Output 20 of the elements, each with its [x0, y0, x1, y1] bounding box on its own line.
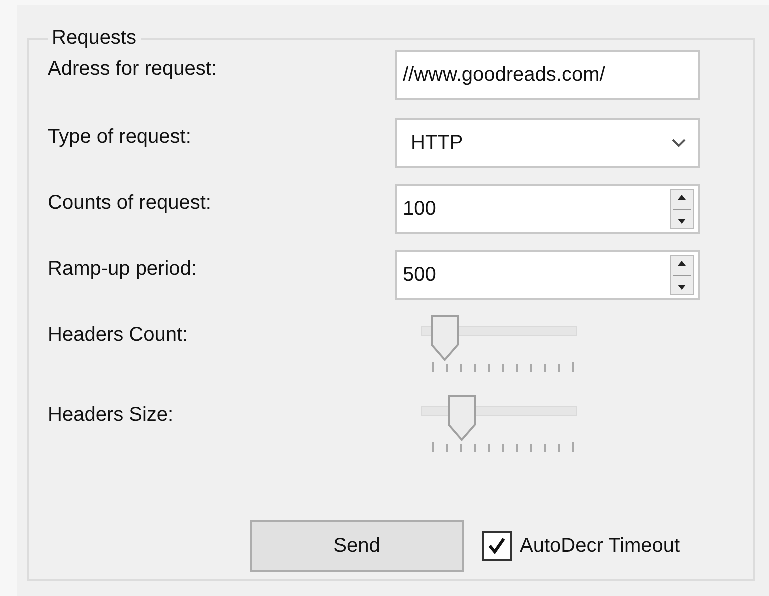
checkbox-label: AutoDecr Timeout [520, 534, 680, 558]
slider-thumb[interactable] [431, 315, 460, 361]
spin-buttons[interactable] [670, 189, 694, 229]
slider-thumb[interactable] [448, 395, 476, 441]
field-label: Counts of request: [48, 191, 212, 215]
number-field[interactable]: 500 [395, 250, 700, 300]
send-button[interactable]: Send [250, 520, 464, 572]
field-label: Adress for request: [48, 57, 218, 81]
number-field[interactable]: 100 [395, 184, 700, 234]
field-label: Headers Count: [48, 323, 190, 347]
field-label: Ramp-up period: [48, 257, 198, 281]
checkbox[interactable] [482, 531, 512, 561]
field-label: Type of request: [48, 125, 192, 149]
field-label: Headers Size: [48, 403, 175, 427]
group-title: Requests [51, 27, 138, 50]
address-field[interactable]: //www.goodreads.com/ [395, 50, 700, 100]
checkmark-icon [487, 536, 507, 556]
spin-buttons[interactable] [670, 255, 694, 295]
caret-icon [672, 138, 686, 148]
type-dropdown[interactable]: HTTP [395, 118, 700, 168]
